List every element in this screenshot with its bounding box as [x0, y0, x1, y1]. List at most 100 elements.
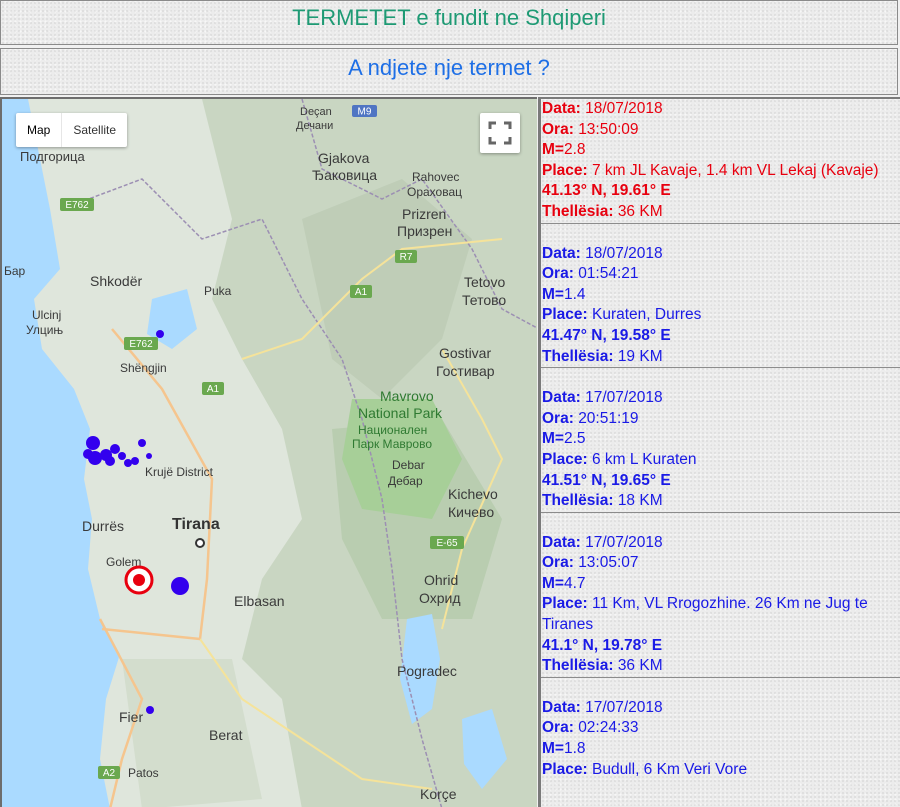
- depth-label: Thellësia:: [542, 492, 614, 510]
- quake-item[interactable]: Data: 17/07/2018 Ora: 20:51:19 M=2.5 Pla…: [541, 368, 900, 513]
- place-label: Place:: [542, 306, 588, 324]
- quake-place: 11 Km, VL Rrogozhine. 26 Km ne Jug te Ti…: [542, 595, 868, 634]
- quake-date: 17/07/2018: [585, 698, 663, 716]
- map-type-control[interactable]: Map Satellite: [16, 113, 128, 147]
- quake-place: Kuraten, Durres: [591, 306, 702, 324]
- latest-quake-marker[interactable]: [124, 565, 154, 595]
- subtitle-banner[interactable]: A ndjete nje termet ?: [0, 48, 898, 95]
- quake-marker[interactable]: [171, 577, 189, 595]
- map-canvas[interactable]: M9 E762 R7 A1 E762 A1 E-65 A2 Deçan Деча…: [2, 99, 537, 807]
- quake-marker[interactable]: [118, 452, 126, 460]
- quake-date: 18/07/2018: [585, 100, 663, 117]
- fullscreen-icon: [488, 121, 512, 145]
- label-pogradec: Pogradec: [397, 663, 457, 679]
- fullscreen-button[interactable]: [480, 113, 520, 153]
- quake-item[interactable]: Data: 17/07/2018 Ora: 02:24:33 M=1.8 Pla…: [541, 678, 900, 780]
- label-debar: Debar: [392, 458, 425, 472]
- label-mavrovo: Mavrovo: [380, 388, 434, 404]
- quake-item[interactable]: Data: 17/07/2018 Ora: 13:05:07 M=4.7 Pla…: [541, 513, 900, 678]
- label-debar-cyr: Дебар: [388, 474, 423, 488]
- time-label: Ora:: [542, 719, 574, 737]
- depth-label: Thellësia:: [542, 657, 614, 675]
- time-label: Ora:: [542, 554, 574, 572]
- quake-magnitude: 2.5: [563, 430, 586, 448]
- date-label: Data:: [542, 698, 581, 716]
- shield-r7: R7: [400, 252, 413, 263]
- label-prizren: Prizren: [402, 206, 446, 222]
- quake-magnitude: 1.8: [563, 740, 586, 758]
- quake-place: 7 km JL Kavaje, 1.4 km VL Lekaj (Kavaje): [591, 161, 879, 179]
- time-label: Ora:: [542, 265, 574, 283]
- magnitude-label: M=: [542, 430, 564, 448]
- depth-label: Thellësia:: [542, 347, 614, 365]
- quake-marker[interactable]: [138, 439, 146, 447]
- label-kruje-district: Krujë District: [145, 465, 214, 479]
- quake-time: 13:05:07: [578, 554, 639, 572]
- date-label: Data:: [542, 533, 581, 551]
- shield-e762-south: E762: [129, 339, 153, 350]
- magnitude-label: M=: [542, 285, 564, 303]
- label-fier: Fier: [119, 709, 143, 725]
- label-kichevo: Kichevo: [448, 486, 498, 502]
- title-banner: TERMETET e fundit ne Shqiperi: [0, 0, 898, 45]
- quake-marker[interactable]: [110, 444, 120, 454]
- label-bar: Бар: [4, 264, 26, 278]
- label-ulcinj: Ulcinj: [32, 308, 61, 322]
- quake-coords: 41.51° N, 19.65° E: [542, 471, 671, 489]
- place-label: Place:: [542, 760, 588, 778]
- quake-marker[interactable]: [88, 451, 102, 465]
- page-title: TERMETET e fundit ne Shqiperi: [292, 5, 606, 30]
- place-label: Place:: [542, 595, 588, 613]
- date-label: Data:: [542, 389, 581, 407]
- quake-marker[interactable]: [146, 453, 152, 459]
- label-shengjin: Shëngjin: [120, 361, 167, 375]
- quake-marker[interactable]: [156, 330, 164, 338]
- label-gostivar-cyr: Гостивар: [436, 363, 495, 379]
- magnitude-label: M=: [542, 141, 564, 159]
- felt-quake-link[interactable]: A ndjete nje termet ?: [1, 49, 897, 87]
- label-mavrovo-cyr-2: Парк Маврово: [352, 437, 432, 451]
- quake-time: 02:24:33: [578, 719, 639, 737]
- quake-date: 18/07/2018: [585, 244, 663, 262]
- quake-marker[interactable]: [146, 706, 154, 714]
- quake-magnitude: 1.4: [563, 285, 586, 303]
- road-a1: [111, 328, 214, 640]
- label-decan: Deçan: [300, 106, 332, 118]
- quake-time: 01:54:21: [578, 265, 639, 283]
- label-national-park: National Park: [358, 405, 443, 421]
- quake-depth: 18 KM: [617, 492, 663, 510]
- label-shkoder: Shkodër: [90, 273, 142, 289]
- quake-depth: 19 KM: [617, 347, 663, 365]
- time-label: Ora:: [542, 409, 574, 427]
- label-puka: Puka: [204, 284, 232, 298]
- label-mavrovo-cyr-1: Национален: [358, 423, 427, 437]
- label-rahovec: Rahovec: [412, 170, 459, 184]
- time-label: Ora:: [542, 120, 574, 138]
- quake-marker[interactable]: [86, 436, 100, 450]
- quake-depth: 36 KM: [617, 657, 663, 675]
- shield-e762-north: E762: [65, 200, 89, 211]
- place-label: Place:: [542, 161, 588, 179]
- quake-depth: 36 KM: [617, 202, 663, 220]
- label-elbasan: Elbasan: [234, 593, 285, 609]
- map-type-map-button[interactable]: Map: [16, 113, 61, 147]
- map-type-satellite-button[interactable]: Satellite: [61, 113, 127, 147]
- quake-item-latest[interactable]: Data: 18/07/2018 Ora: 13:50:09 M=2.8 Pla…: [541, 99, 900, 224]
- shield-a2: A2: [103, 768, 116, 779]
- quake-item[interactable]: Data: 18/07/2018 Ora: 01:54:21 M=1.4 Pla…: [541, 224, 900, 369]
- quake-list[interactable]: Data: 18/07/2018 Ora: 13:50:09 M=2.8 Pla…: [538, 97, 900, 807]
- quake-marker[interactable]: [124, 459, 132, 467]
- quake-marker[interactable]: [131, 457, 139, 465]
- label-kichevo-cyr: Кичево: [448, 504, 494, 520]
- quake-time: 20:51:19: [578, 409, 639, 427]
- label-korce: Korçe: [420, 786, 457, 802]
- magnitude-label: M=: [542, 574, 564, 592]
- shield-m9: M9: [358, 107, 372, 118]
- place-label: Place:: [542, 450, 588, 468]
- quake-place: 6 km L Kuraten: [591, 450, 697, 468]
- quake-date: 17/07/2018: [585, 533, 663, 551]
- date-label: Data:: [542, 244, 581, 262]
- earthquake-map[interactable]: M9 E762 R7 A1 E762 A1 E-65 A2 Deçan Деча…: [0, 97, 537, 807]
- label-berat: Berat: [209, 727, 243, 743]
- quake-marker[interactable]: [105, 456, 115, 466]
